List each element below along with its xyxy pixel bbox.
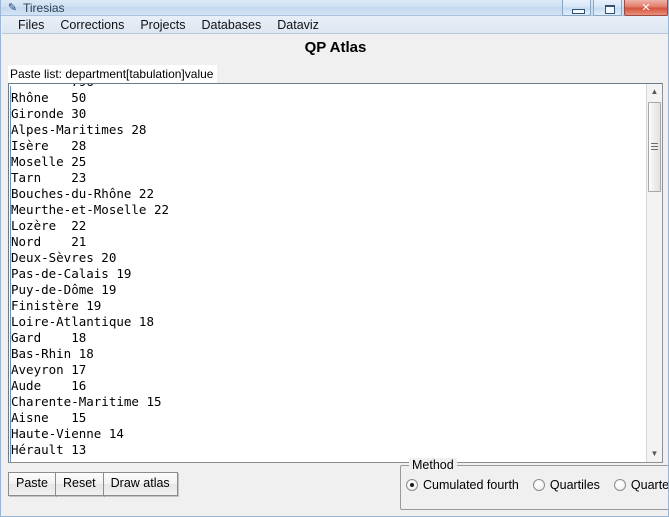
method-groupbox-title: Method: [409, 458, 457, 472]
close-button[interactable]: ✕: [624, 0, 668, 16]
reset-button[interactable]: Reset: [54, 472, 104, 496]
draw-atlas-button[interactable]: Draw atlas: [102, 472, 178, 496]
scrollbar-thumb[interactable]: [648, 102, 661, 192]
close-icon: ✕: [641, 1, 651, 14]
menu-item-corrections[interactable]: Corrections: [52, 17, 132, 33]
minimize-icon: [572, 9, 585, 14]
scroll-down-arrow-icon[interactable]: ▼: [647, 446, 662, 462]
menu-item-files[interactable]: Files: [10, 17, 52, 33]
paste-list-label: Paste list: department[tabulation]value: [8, 65, 218, 83]
scroll-up-arrow-icon[interactable]: ▲: [647, 84, 662, 100]
app-pen-icon: ✎: [7, 1, 18, 14]
radio-quarter-label: Quarter: [630, 478, 669, 492]
title-bar: ✎ Tiresias ✕: [1, 0, 668, 16]
action-buttons: Paste Reset Draw atlas: [8, 472, 178, 496]
radio-quarter[interactable]: Quarter: [613, 478, 669, 492]
department-list-textarea[interactable]: 796 Rhône 50 Gironde 30 Alpes-Maritimes …: [8, 83, 663, 463]
minimize-button[interactable]: [562, 0, 591, 16]
radio-cumulated-fourth[interactable]: Cumulated fourth: [406, 478, 519, 492]
method-radio-group: Cumulated fourth Quartiles Quarter: [406, 478, 669, 492]
list-vertical-scrollbar[interactable]: ▲ ▼: [646, 84, 662, 462]
client-area: QP Atlas Paste list: department[tabulati…: [2, 35, 669, 516]
radio-selected-icon: [406, 479, 418, 491]
menu-item-dataviz[interactable]: Dataviz: [269, 17, 327, 33]
window-title: Tiresias: [23, 1, 65, 15]
menu-item-databases[interactable]: Databases: [193, 17, 269, 33]
radio-quartiles-label: Quartiles: [549, 478, 600, 492]
radio-cumulated-fourth-label: Cumulated fourth: [423, 478, 519, 492]
window-controls: ✕: [562, 0, 668, 16]
department-list-text: 796 Rhône 50 Gironde 30 Alpes-Maritimes …: [11, 84, 170, 457]
menu-item-projects[interactable]: Projects: [132, 17, 193, 33]
radio-unselected-icon: [532, 479, 545, 491]
paste-button[interactable]: Paste: [8, 472, 56, 496]
radio-quartiles[interactable]: Quartiles: [532, 478, 600, 492]
radio-unselected-icon: [613, 479, 626, 491]
maximize-icon: [605, 5, 615, 14]
scrollbar-grip-icon: [651, 143, 658, 150]
method-groupbox: Method Cumulated fourth Quartiles Quarte…: [400, 458, 669, 510]
menu-bar: Files Corrections Projects Databases Dat…: [2, 16, 668, 34]
maximize-button[interactable]: [593, 0, 622, 16]
application-window: ✎ Tiresias ✕ Files Corrections Projects …: [0, 0, 669, 517]
page-title: QP Atlas: [304, 39, 367, 56]
